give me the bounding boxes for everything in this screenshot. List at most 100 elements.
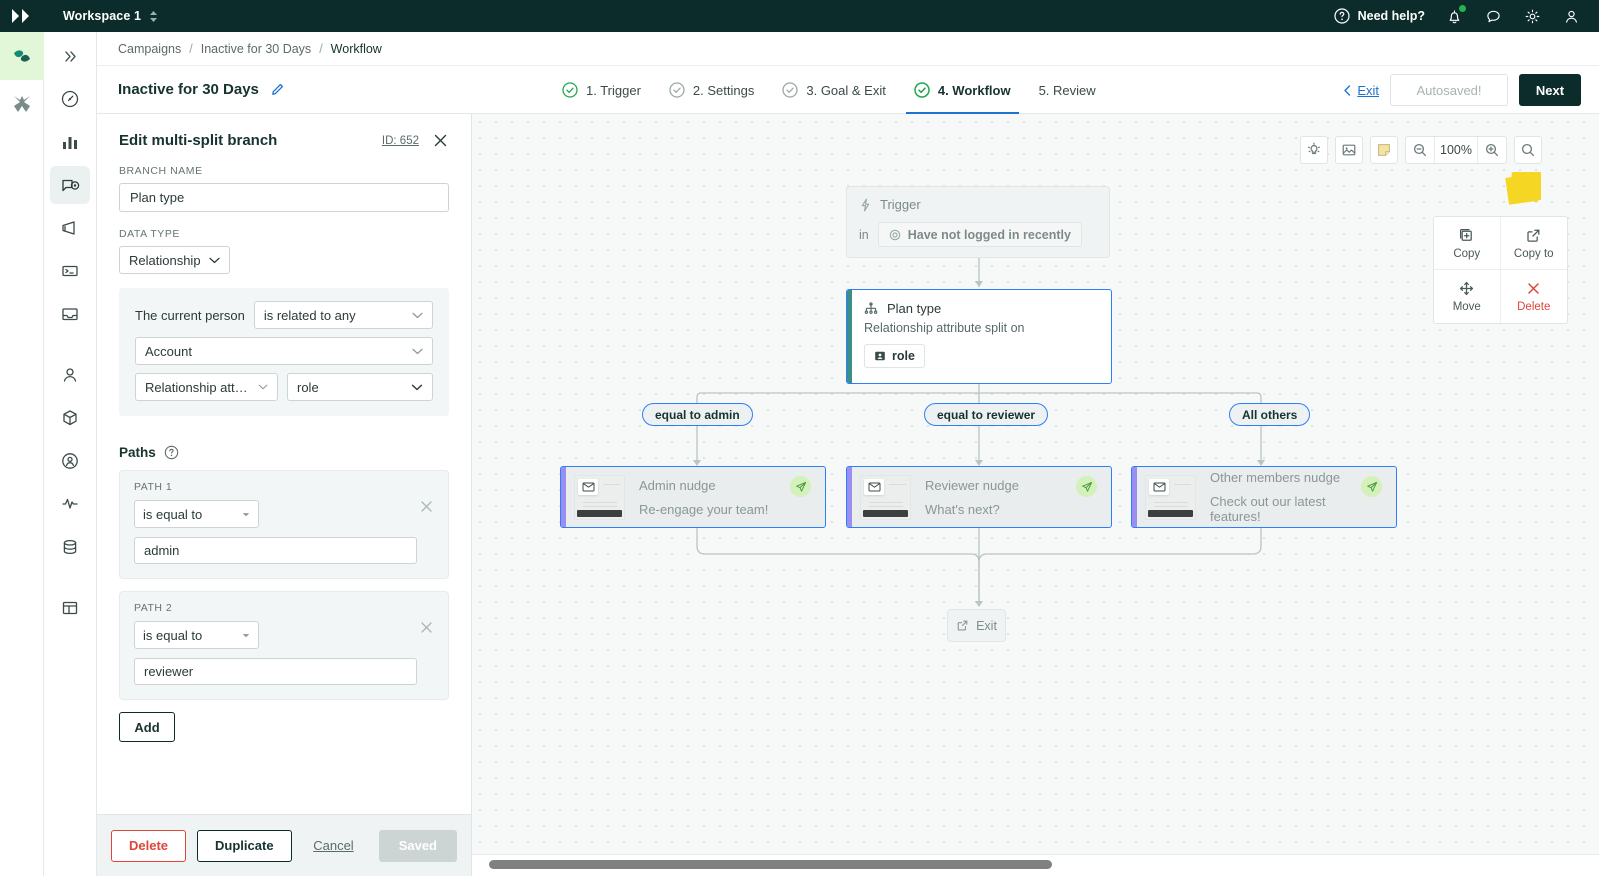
autosaved-indicator: Autosaved!	[1390, 74, 1508, 106]
zoom-in-icon[interactable]	[1478, 137, 1506, 163]
exit-button[interactable]: Exit	[1343, 83, 1379, 98]
thumbnail-footer-bar	[577, 509, 622, 517]
thumbnail-footer-bar	[863, 509, 908, 517]
sidebar-item-activity[interactable]	[50, 485, 90, 523]
step-trigger[interactable]: 1. Trigger	[548, 66, 655, 114]
sidebar-item-objects[interactable]	[50, 399, 90, 437]
chat-icon[interactable]	[1483, 6, 1503, 26]
bell-icon[interactable]	[1444, 5, 1466, 26]
sidebar-item-people[interactable]	[50, 356, 90, 394]
path-2-operator-select[interactable]: is equal to	[134, 621, 259, 649]
need-help-button[interactable]: Need help?	[1332, 6, 1425, 26]
branch-name-label: BRANCH NAME	[119, 165, 203, 177]
path-2-label: PATH 2	[134, 602, 173, 614]
context-menu-move[interactable]: Move	[1434, 270, 1501, 323]
sidebar-item-analytics[interactable]	[50, 123, 90, 161]
breadcrumb-item-campaign[interactable]: Inactive for 30 Days	[201, 42, 311, 56]
branch-name-input[interactable]: Plan type	[119, 183, 449, 212]
sidebar-item-accounts[interactable]	[50, 442, 90, 480]
condition-object-select[interactable]: Account	[135, 337, 433, 365]
message-node-other-members[interactable]: Other members nudge Check out our latest…	[1131, 466, 1397, 528]
sidebar-item-data[interactable]	[50, 528, 90, 566]
check-circle-icon	[562, 82, 578, 98]
path-1-operator-value: is equal to	[143, 506, 203, 522]
branch-label-all-others[interactable]: All others	[1229, 403, 1311, 426]
remove-path-2-icon[interactable]	[419, 620, 434, 635]
sticky-note-icon[interactable]	[1370, 136, 1398, 164]
top-bar-actions: Need help?	[1332, 5, 1599, 26]
path-2-value-input[interactable]: reviewer	[134, 658, 417, 685]
user-icon[interactable]	[1561, 6, 1581, 26]
condition-row-object: Account	[135, 337, 433, 365]
split-node-attribute-pill[interactable]: role	[864, 344, 925, 368]
header-actions: Exit Autosaved! Next	[1343, 66, 1581, 114]
sidebar-item-inbox[interactable]	[50, 295, 90, 333]
context-menu-copy-to-label: Copy to	[1513, 247, 1554, 260]
condition-attribute-type-select[interactable]: Relationship attri...	[135, 373, 278, 401]
branch-label-admin[interactable]: equal to admin	[642, 403, 753, 426]
context-menu-copy[interactable]: Copy	[1434, 217, 1501, 270]
path-card-2: PATH 2 is equal to reviewer	[119, 591, 449, 700]
lightbulb-icon[interactable]	[1300, 136, 1328, 164]
search-icon[interactable]	[1514, 136, 1542, 164]
context-menu-copy-to[interactable]: Copy to	[1500, 217, 1567, 270]
attribute-badge-icon	[874, 350, 886, 362]
remove-path-1-icon[interactable]	[419, 499, 434, 514]
split-node-body: Plan type Relationship attribute split o…	[847, 290, 1111, 368]
duplicate-branch-button[interactable]: Duplicate	[197, 829, 292, 862]
notification-dot	[1459, 5, 1466, 12]
nav-rail	[44, 32, 97, 876]
gear-icon[interactable]	[1522, 6, 1542, 26]
workspace-switcher-icon[interactable]	[149, 10, 158, 23]
branch-label-reviewer[interactable]: equal to reviewer	[924, 403, 1049, 426]
step-review[interactable]: 5. Review	[1025, 66, 1110, 114]
branch-id-label[interactable]: ID: 652	[382, 135, 419, 147]
canvas-horizontal-scrollbar[interactable]	[472, 854, 1599, 876]
message-node-reviewer[interactable]: Reviewer nudge What's next?	[846, 466, 1112, 528]
trigger-node[interactable]: Trigger in Have not logged in recently	[846, 186, 1110, 258]
path-1-value-input[interactable]: admin	[134, 537, 417, 564]
help-icon[interactable]	[164, 445, 179, 460]
sidebar-item-tables[interactable]	[50, 589, 90, 627]
breadcrumb-item-campaigns[interactable]: Campaigns	[118, 42, 181, 56]
condition-attribute-select[interactable]: role	[287, 373, 433, 401]
sidebar-item-code[interactable]	[50, 252, 90, 290]
sidebar-item-campaigns[interactable]	[50, 166, 90, 204]
condition-row-subject: The current person is related to any	[135, 301, 433, 329]
multi-split-node[interactable]: Plan type Relationship attribute split o…	[846, 289, 1112, 384]
trigger-node-segment[interactable]: Have not logged in recently	[877, 222, 1082, 247]
paths-heading-row: Paths	[119, 445, 471, 460]
message-node-text: Other members nudge Check out our latest…	[1210, 470, 1361, 524]
zoom-out-icon[interactable]	[1406, 137, 1434, 163]
step-settings[interactable]: 2. Settings	[655, 66, 768, 114]
rail-product-secondary[interactable]	[0, 80, 44, 128]
sidebar-item-dashboard[interactable]	[50, 80, 90, 118]
rail-product-primary[interactable]	[0, 32, 44, 80]
edit-pencil-icon[interactable]	[270, 82, 285, 97]
exit-node[interactable]: Exit	[947, 609, 1006, 642]
data-type-select[interactable]: Relationship	[119, 246, 230, 274]
path-1-operator-select[interactable]: is equal to	[134, 500, 259, 528]
image-icon[interactable]	[1335, 136, 1363, 164]
step-workflow[interactable]: 4. Workflow	[900, 66, 1025, 115]
sticky-notes-decoration	[1505, 172, 1543, 206]
zoom-level-value[interactable]: 100%	[1434, 137, 1478, 163]
condition-operator-select[interactable]: is related to any	[253, 301, 433, 329]
split-node-accent-bar	[847, 290, 852, 383]
workspace-name[interactable]: Workspace 1	[63, 9, 141, 23]
expand-sidebar-button[interactable]	[50, 37, 90, 75]
context-menu-delete[interactable]: Delete	[1501, 270, 1568, 323]
next-button[interactable]: Next	[1519, 74, 1581, 106]
app-logo-icon[interactable]	[0, 0, 44, 32]
workflow-canvas[interactable]: 100% Copy Copy to Move Delete Trigger in…	[472, 114, 1599, 876]
add-path-button[interactable]: Add	[119, 712, 175, 742]
sidebar-item-broadcasts[interactable]	[50, 209, 90, 247]
breadcrumb: Campaigns / Inactive for 30 Days / Workf…	[97, 32, 1599, 66]
message-node-admin[interactable]: Admin nudge Re-engage your team!	[560, 466, 826, 528]
close-icon[interactable]	[432, 132, 449, 149]
scrollbar-thumb[interactable]	[489, 860, 1052, 869]
cancel-button[interactable]: Cancel	[313, 838, 353, 853]
step-goal-exit[interactable]: 3. Goal & Exit	[768, 66, 899, 114]
zoom-controls: 100%	[1405, 136, 1507, 164]
delete-branch-button[interactable]: Delete	[111, 829, 187, 862]
